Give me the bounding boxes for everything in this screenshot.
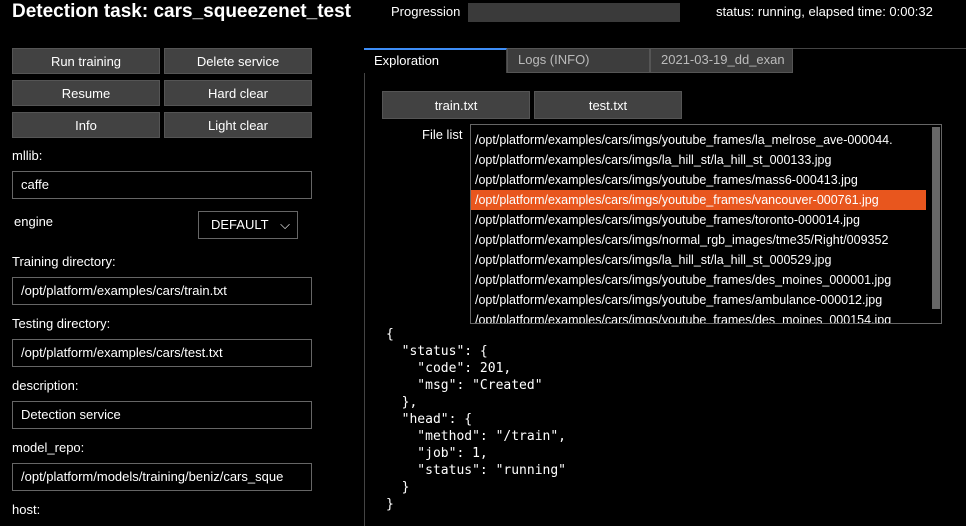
train-file-button[interactable]: train.txt bbox=[382, 91, 530, 119]
file-list-item[interactable]: /opt/platform/examples/cars/imgs/youtube… bbox=[471, 170, 926, 190]
file-list-item[interactable]: /opt/platform/examples/cars/imgs/normal_… bbox=[471, 230, 926, 250]
testing-directory-label: Testing directory: bbox=[12, 316, 111, 331]
light-clear-button[interactable]: Light clear bbox=[164, 112, 312, 138]
engine-label: engine bbox=[14, 214, 54, 229]
test-file-button[interactable]: test.txt bbox=[534, 91, 682, 119]
description-label: description: bbox=[12, 378, 79, 393]
mllib-label: mllib: bbox=[12, 148, 43, 163]
file-list-item[interactable]: /opt/platform/examples/cars/imgs/la_hill… bbox=[471, 150, 926, 170]
description-field[interactable]: Detection service bbox=[12, 401, 312, 429]
tab-logs[interactable]: Logs (INFO) bbox=[507, 48, 650, 73]
engine-select[interactable]: DEFAULT ⌵ bbox=[198, 211, 298, 239]
file-list-label: File list bbox=[422, 127, 463, 142]
file-list-scrollbar[interactable] bbox=[932, 127, 940, 309]
chevron-down-icon: ⌵ bbox=[280, 217, 290, 232]
training-directory-label: Training directory: bbox=[12, 254, 116, 269]
tab-exploration[interactable]: Exploration bbox=[364, 48, 507, 73]
file-list-item[interactable]: /opt/platform/examples/cars/imgs/la_hill… bbox=[471, 250, 926, 270]
engine-select-value: DEFAULT bbox=[211, 217, 269, 232]
file-list-item[interactable]: /opt/platform/examples/cars/imgs/youtube… bbox=[471, 210, 926, 230]
file-list[interactable]: /opt/platform/examples/cars/imgs/youtube… bbox=[470, 124, 942, 324]
progression-label: Progression bbox=[391, 4, 461, 19]
file-list-item[interactable]: /opt/platform/examples/cars/imgs/youtube… bbox=[471, 190, 926, 210]
page-title: Detection task: cars_squeezenet_test bbox=[12, 1, 351, 22]
info-button[interactable]: Info bbox=[12, 112, 160, 138]
resume-button[interactable]: Resume bbox=[12, 80, 160, 106]
model-repo-field[interactable]: /opt/platform/models/training/beniz/cars… bbox=[12, 463, 312, 491]
mllib-field[interactable]: caffe bbox=[12, 171, 312, 199]
file-list-item[interactable]: /opt/platform/examples/cars/imgs/youtube… bbox=[471, 270, 926, 290]
run-training-button[interactable]: Run training bbox=[12, 48, 160, 74]
host-label: host: bbox=[12, 502, 41, 517]
tab-date-experiment[interactable]: 2021-03-19_dd_exan bbox=[650, 48, 793, 73]
testing-directory-field[interactable]: /opt/platform/examples/cars/test.txt bbox=[12, 339, 312, 367]
file-list-item[interactable]: /opt/platform/examples/cars/imgs/youtube… bbox=[471, 130, 926, 150]
file-list-item[interactable]: /opt/platform/examples/cars/imgs/youtube… bbox=[471, 310, 926, 323]
status-text: status: running, elapsed time: 0:00:32 bbox=[716, 4, 933, 19]
json-output: { "status": { "code": 201, "msg": "Creat… bbox=[386, 327, 567, 512]
file-list-item[interactable]: /opt/platform/examples/cars/imgs/youtube… bbox=[471, 290, 926, 310]
delete-service-button[interactable]: Delete service bbox=[164, 48, 312, 74]
progress-bar bbox=[468, 3, 680, 22]
hard-clear-button[interactable]: Hard clear bbox=[164, 80, 312, 106]
training-directory-field[interactable]: /opt/platform/examples/cars/train.txt bbox=[12, 277, 312, 305]
model-repo-label: model_repo: bbox=[12, 440, 85, 455]
